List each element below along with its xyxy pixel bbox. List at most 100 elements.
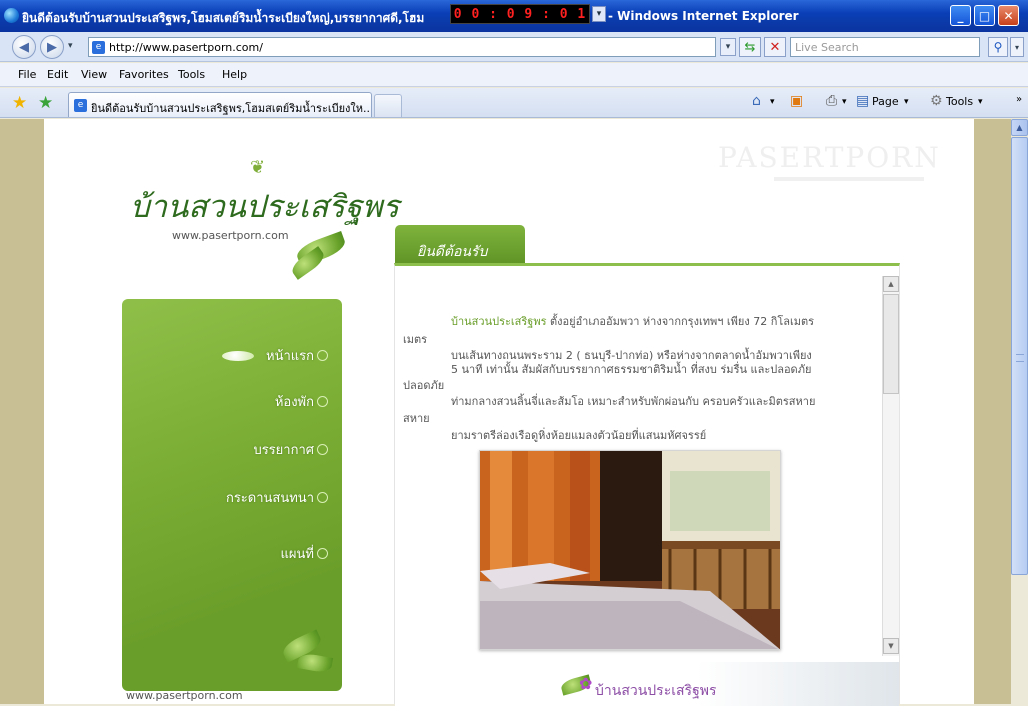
ie-logo-icon <box>4 8 19 23</box>
tools-menu-button[interactable]: Tools <box>946 95 973 108</box>
menu-view[interactable]: View <box>81 68 107 81</box>
stop-button[interactable]: ✕ <box>764 37 786 57</box>
sidebar-nav: หน้าแรก ห้องพัก บรรยากาศ กระดานสนทนา แผน… <box>122 299 342 691</box>
address-toolbar: ◀ ▶ ▾ e http://www.pasertporn.com/ ▾ ⇆ ✕… <box>0 32 1028 62</box>
content-line-2: เมตร <box>403 333 428 346</box>
site-logo[interactable]: บ้านสวนประเสริฐพร <box>130 181 399 231</box>
circle-icon <box>317 444 328 455</box>
search-button[interactable]: ⚲ <box>988 37 1008 57</box>
circle-icon <box>317 396 328 407</box>
footer-url: www.pasertporn.com <box>126 689 243 702</box>
new-tab-button[interactable] <box>374 94 402 117</box>
content-panel: บ้านสวนประเสริฐพร ตั้งอยู่อำเภออัมพวา ห่… <box>394 263 900 706</box>
search-input[interactable]: Live Search <box>790 37 980 57</box>
nav-item-webboard[interactable]: กระดานสนทนา <box>226 487 328 508</box>
chevron-down-icon[interactable]: ▾ <box>842 97 847 107</box>
nav-item-label: กระดานสนทนา <box>225 491 314 506</box>
content-line-8: ยามราตรีล่องเรือดูหิ่งห้อยแมลงตัวน้อยที่… <box>451 429 707 442</box>
nav-item-label: แผนที่ <box>280 547 314 562</box>
page-menu-icon: ▤ <box>856 93 870 109</box>
page-menu-button[interactable]: Page <box>872 95 899 108</box>
scroll-thumb[interactable] <box>883 294 899 394</box>
chevron-more-icon[interactable]: » <box>1016 94 1022 105</box>
scroll-grip <box>1016 354 1024 362</box>
feeds-icon[interactable]: ▣ <box>790 93 803 109</box>
maximize-button[interactable]: □ <box>974 5 995 26</box>
chevron-down-icon[interactable]: ▾ <box>770 97 775 107</box>
add-favorites-icon[interactable]: ★ <box>38 93 53 113</box>
scroll-up-button[interactable]: ▲ <box>883 276 899 292</box>
refresh-button[interactable]: ⇆ <box>739 37 761 57</box>
clock-display: 0 0 : 0 9 : 0 1 <box>450 4 590 24</box>
search-icon: ⚲ <box>993 40 1003 54</box>
watermark-underline <box>774 177 924 181</box>
home-icon[interactable]: ⌂ <box>752 93 761 109</box>
print-icon[interactable]: ⎙ <box>826 93 837 109</box>
welcome-tab: ยินดีต้อนรับ <box>395 225 525 265</box>
room-photo-image <box>480 451 780 649</box>
content-line-5: ปลอดภัย <box>403 379 445 392</box>
logo-url: www.pasertporn.com <box>172 229 289 242</box>
address-url: http://www.pasertporn.com/ <box>109 41 263 54</box>
tab-current[interactable]: e ยินดีต้อนรับบ้านสวนประเสริฐพร,โฮมสเตย์… <box>68 92 372 117</box>
flower-icon: ✿ <box>579 674 593 693</box>
address-input[interactable]: e http://www.pasertporn.com/ <box>88 37 716 57</box>
page-icon: e <box>92 41 105 54</box>
page-icon: e <box>74 99 87 112</box>
menu-help[interactable]: Help <box>222 68 247 81</box>
web-page: PASERTPORN ❦ บ้านสวนประเสริฐพร www.paser… <box>44 119 974 706</box>
scroll-down-button[interactable]: ▼ <box>883 638 899 654</box>
content-footer-banner: ✿ บ้านสวนประเสริฐพร <box>395 662 899 706</box>
nav-item-atmosphere[interactable]: บรรยากาศ <box>253 439 328 460</box>
forward-arrow-icon: ▶ <box>47 39 57 55</box>
circle-icon <box>317 548 328 559</box>
back-button[interactable]: ◀ <box>12 35 36 59</box>
window-title-app: - Windows Internet Explorer <box>608 9 799 23</box>
scroll-thumb[interactable] <box>1011 137 1028 575</box>
tab-bar: ★ ★ e ยินดีต้อนรับบ้านสวนประเสริฐพร,โฮมส… <box>0 88 1028 118</box>
recent-pages-dropdown[interactable]: ▾ <box>68 41 73 51</box>
circle-icon <box>317 492 328 503</box>
content-line-4: 5 นาที เท่านั้น สัมผัสกับบรรยากาศธรรมชาต… <box>451 363 812 376</box>
leaf-icon <box>222 350 254 361</box>
nav-item-rooms[interactable]: ห้องพัก <box>275 391 328 412</box>
gear-icon: ⚙ <box>930 93 943 109</box>
chevron-down-icon[interactable]: ▾ <box>592 6 606 22</box>
menu-bar: File Edit View Favorites Tools Help <box>0 63 1028 87</box>
menu-file[interactable]: File <box>18 68 36 81</box>
minimize-button[interactable]: _ <box>950 5 971 26</box>
circle-icon <box>317 350 328 361</box>
search-options-dropdown[interactable]: ▾ <box>1010 37 1024 57</box>
leaf-decoration <box>296 652 334 674</box>
site-name-highlight: บ้านสวนประเสริฐพร <box>451 315 547 328</box>
stop-icon: ✕ <box>769 39 781 55</box>
refresh-icon: ⇆ <box>744 39 756 55</box>
menu-edit[interactable]: Edit <box>47 68 68 81</box>
content-line-7: สหาย <box>403 412 430 425</box>
butterfly-icon: ❦ <box>250 157 266 178</box>
footer-brand: บ้านสวนประเสริฐพร <box>595 683 717 699</box>
nav-item-home[interactable]: หน้าแรก <box>222 345 328 366</box>
browser-viewport: PASERTPORN ❦ บ้านสวนประเสริฐพร www.paser… <box>0 119 1028 706</box>
chevron-down-icon[interactable]: ▾ <box>978 97 983 107</box>
window-title: ยินดีต้อนรับบ้านสวนประเสริฐพร,โฮมสเตย์ริ… <box>22 11 425 25</box>
address-dropdown-button[interactable]: ▾ <box>720 38 736 56</box>
nav-item-label: บรรยากาศ <box>253 443 314 458</box>
nav-item-map[interactable]: แผนที่ <box>281 543 328 564</box>
nav-item-label: ห้องพัก <box>274 395 314 410</box>
menu-favorites[interactable]: Favorites <box>119 68 169 81</box>
room-photo <box>479 450 781 650</box>
chevron-down-icon[interactable]: ▾ <box>904 97 909 107</box>
content-scrollbar[interactable]: ▲ ▼ <box>882 276 899 656</box>
tab-label: ยินดีต้อนรับบ้านสวนประเสริฐพร,โฮมสเตย์ริ… <box>91 102 372 115</box>
favorites-star-icon[interactable]: ★ <box>12 93 27 113</box>
page-scrollbar[interactable]: ▲ <box>1011 119 1028 704</box>
nav-item-label: หน้าแรก <box>266 349 314 364</box>
close-button[interactable]: ✕ <box>998 5 1019 26</box>
scroll-up-button[interactable]: ▲ <box>1011 119 1028 136</box>
site-watermark: PASERTPORN <box>718 141 941 174</box>
menu-tools[interactable]: Tools <box>178 68 205 81</box>
back-arrow-icon: ◀ <box>19 39 29 55</box>
forward-button[interactable]: ▶ <box>40 35 64 59</box>
window-title-bar[interactable]: ยินดีต้อนรับบ้านสวนประเสริฐพร,โฮมสเตย์ริ… <box>0 0 1028 32</box>
